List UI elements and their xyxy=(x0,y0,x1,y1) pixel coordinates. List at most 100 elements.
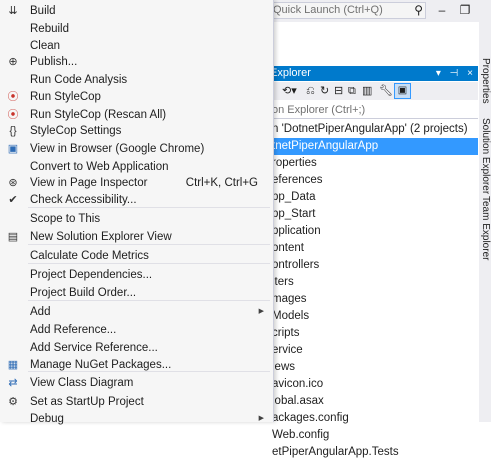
browser-icon: ▣ xyxy=(7,143,19,155)
menu-item-label: Manage NuGet Packages... xyxy=(30,359,172,371)
menu-item-label: Calculate Code Metrics xyxy=(30,250,149,262)
menu-item-project-dependencies[interactable]: Project Dependencies... xyxy=(0,266,272,284)
menu-item-new-solution-explorer-view[interactable]: ▤ New Solution Explorer View xyxy=(0,228,272,246)
pane-title: Explorer xyxy=(270,67,311,79)
search-icon[interactable]: ⚲ xyxy=(414,3,423,18)
menu-item-label: View in Browser (Google Chrome) xyxy=(30,143,205,155)
menu-item-project-build-order[interactable]: Project Build Order... xyxy=(0,284,272,302)
build-icon: ⇊ xyxy=(8,5,18,17)
menu-item-label: Add Service Reference... xyxy=(30,342,158,354)
menu-item-label: Publish... xyxy=(30,56,78,68)
menu-item-run-stylecop[interactable]: ⦿ Run StyleCop xyxy=(0,88,272,106)
tree-item[interactable]: mages xyxy=(268,291,478,308)
tree-item[interactable]: avicon.ico xyxy=(268,376,478,393)
tab-solution-explorer[interactable]: Solution Explorer xyxy=(479,118,491,194)
menu-item-view-class-diagram[interactable]: ⇄ View Class Diagram xyxy=(0,374,272,392)
stylecop-icon: ⦿ xyxy=(7,91,19,103)
history-icon[interactable]: ⎌ xyxy=(306,84,315,98)
menu-item-label: New Solution Explorer View xyxy=(30,231,172,243)
tab-team-explorer[interactable]: Team Explorer xyxy=(479,196,491,260)
menu-item-label: Project Build Order... xyxy=(30,287,137,299)
menu-item-label: Add Reference... xyxy=(30,324,117,336)
nuget-icon: ▦ xyxy=(7,359,19,371)
tree-item[interactable]: cripts xyxy=(268,325,478,342)
submenu-arrow-icon: ▶ xyxy=(258,308,264,315)
tree-item[interactable]: n 'DotnetPiperAngularApp' (2 projects) xyxy=(268,121,478,138)
menu-item-add[interactable]: Add ▶ xyxy=(0,303,272,321)
menu-item-label: Check Accessibility... xyxy=(30,194,137,206)
menu-item-rebuild[interactable]: Rebuild xyxy=(0,20,272,38)
tree-item[interactable]: Web.config xyxy=(268,427,478,444)
menu-item-label: Run Code Analysis xyxy=(30,74,128,86)
gear-icon: ⚙ xyxy=(8,396,18,408)
tree-item[interactable]: roperties xyxy=(268,155,478,172)
pane-window-controls-icon[interactable]: ▾ ⊣ × xyxy=(436,66,476,81)
braces-icon: {} xyxy=(9,125,17,137)
tree-item[interactable]: ervice xyxy=(268,342,478,359)
menu-item-label: Rebuild xyxy=(30,23,69,35)
menu-item-label: Set as StartUp Project xyxy=(30,396,144,408)
menu-item-add-service-reference[interactable]: Add Service Reference... xyxy=(0,339,272,357)
restore-button[interactable]: ❐ xyxy=(455,2,475,19)
menu-item-add-reference[interactable]: Add Reference... xyxy=(0,321,272,339)
collapse-all-icon[interactable]: ⊟ xyxy=(334,84,343,98)
menu-item-check-accessibility[interactable]: ✔ Check Accessibility... xyxy=(0,191,272,209)
tree-item[interactable]: ontrollers xyxy=(268,257,478,274)
menu-item-label: View in Page Inspector xyxy=(30,177,148,189)
preview-icon[interactable]: ▥ xyxy=(362,84,372,98)
sync-icon[interactable]: ⟲▾ xyxy=(282,84,297,98)
tree-item[interactable]: etPiperAngularApp.Tests xyxy=(268,444,478,461)
menu-item-label: View Class Diagram xyxy=(30,377,134,389)
menu-item-label: Scope to This xyxy=(30,213,101,225)
inspector-icon: ⊛ xyxy=(8,177,18,189)
quick-launch-input[interactable]: Quick Launch (Ctrl+Q) ⚲ xyxy=(268,2,426,19)
menu-item-publish[interactable]: ⊕ Publish... xyxy=(0,53,272,71)
solution-tree: n 'DotnetPiperAngularApp' (2 projects) tn… xyxy=(268,121,478,461)
menu-item-shortcut: Ctrl+K, Ctrl+G xyxy=(185,177,258,189)
tree-item[interactable]: ackages.config xyxy=(268,410,478,427)
preview-selected-icon[interactable]: ▣ xyxy=(394,83,411,99)
solution-explorer-icon: ▤ xyxy=(7,231,19,243)
tab-properties[interactable]: Properties xyxy=(479,58,491,104)
menu-item-view-in-page-inspector[interactable]: ⊛ View in Page Inspector Ctrl+K, Ctrl+G xyxy=(0,174,272,192)
tree-item[interactable]: pplication xyxy=(268,223,478,240)
menu-item-label: Build xyxy=(30,5,56,17)
stylecop-rescan-icon: ⦿ xyxy=(7,109,19,121)
tree-item[interactable]: tnetPiperAngularApp xyxy=(268,138,478,155)
menu-item-build[interactable]: ⇊ Build xyxy=(0,2,272,20)
menu-item-label: Debug xyxy=(30,413,64,425)
menu-item-manage-nuget-packages[interactable]: ▦ Manage NuGet Packages... xyxy=(0,356,272,374)
refresh-icon[interactable]: ↻ xyxy=(320,84,329,98)
quick-launch-placeholder: Quick Launch (Ctrl+Q) xyxy=(273,4,383,16)
menu-item-debug[interactable]: Debug ▶ xyxy=(0,410,272,428)
tree-item[interactable]: pp_Start xyxy=(268,206,478,223)
menu-item-run-code-analysis[interactable]: Run Code Analysis xyxy=(0,71,272,89)
tree-item[interactable]: ontent xyxy=(268,240,478,257)
menu-item-calculate-code-metrics[interactable]: Calculate Code Metrics xyxy=(0,247,272,265)
solution-explorer-search-input[interactable]: on Explorer (Ctrl+;) xyxy=(268,101,478,119)
submenu-arrow-icon: ▶ xyxy=(258,415,264,422)
menu-item-set-as-startup-project[interactable]: ⚙ Set as StartUp Project xyxy=(0,393,272,411)
solution-explorer-title-bar: Explorer ▾ ⊣ × xyxy=(268,66,478,81)
menu-item-label: Project Dependencies... xyxy=(30,269,153,281)
check-icon: ✔ xyxy=(8,194,18,206)
tree-item[interactable]: iews xyxy=(268,359,478,376)
tree-item[interactable]: lters xyxy=(268,274,478,291)
menu-item-view-in-browser-google-chrome[interactable]: ▣ View in Browser (Google Chrome) xyxy=(0,140,272,158)
menu-item-label: Add xyxy=(30,306,51,318)
menu-item-label: Run StyleCop xyxy=(30,91,101,103)
menu-item-label: StyleCop Settings xyxy=(30,125,122,137)
properties-icon[interactable]: 🔧︎ xyxy=(379,84,393,98)
tree-item[interactable]: eferences xyxy=(268,172,478,189)
tree-item[interactable]: lobal.asax xyxy=(268,393,478,410)
publish-icon: ⊕ xyxy=(8,56,18,68)
tree-item[interactable]: pp_Data xyxy=(268,189,478,206)
menu-item-scope-to-this[interactable]: Scope to This xyxy=(0,210,272,228)
tree-item[interactable]: Models xyxy=(268,308,478,325)
menu-item-stylecop-settings[interactable]: {} StyleCop Settings xyxy=(0,122,272,140)
project-context-menu: ⇊ Build Rebuild Clean ⊕ Publish... Run Code An… xyxy=(0,0,274,425)
show-all-files-icon[interactable]: ⧉ xyxy=(348,84,356,98)
minimize-button[interactable]: – xyxy=(432,2,452,19)
class-diagram-icon: ⇄ xyxy=(8,377,18,389)
solution-explorer-toolbar: ⟲▾ ⎌ ↻ ⊟ ⧉ ▥ 🔧︎ xyxy=(268,82,478,100)
